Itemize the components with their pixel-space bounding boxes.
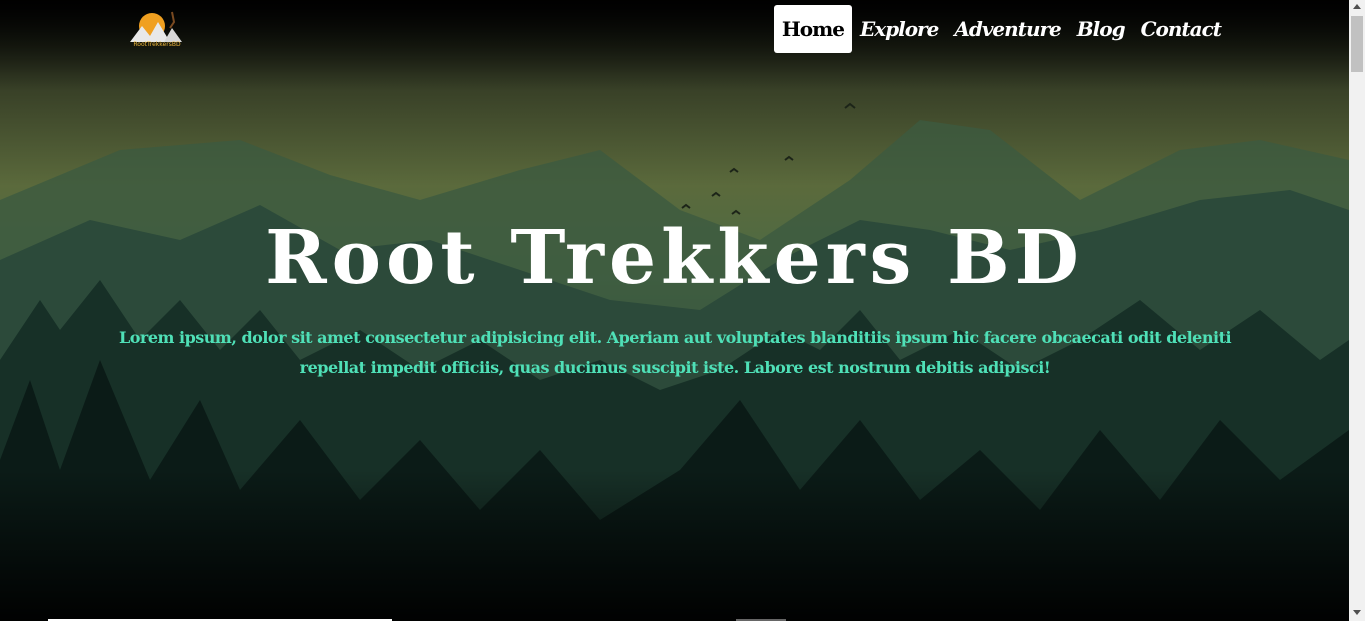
nav-explore-link[interactable]: Explore — [852, 5, 946, 53]
hero-title: Root Trekkers BD — [265, 215, 1084, 301]
mountain-sun-icon — [130, 11, 182, 42]
hero-section: RootTrekkersBD Home Explore Adventure Bl… — [0, 0, 1349, 621]
nav-menu: Home Explore Adventure Blog Contact — [773, 5, 1229, 53]
nav-blog-link[interactable]: Blog — [1069, 5, 1133, 53]
nav-adventure-link[interactable]: Adventure — [946, 5, 1068, 53]
scroll-up-arrow-icon[interactable] — [1353, 4, 1361, 9]
hero-background — [0, 0, 1349, 621]
scroll-down-arrow-icon[interactable] — [1353, 610, 1361, 615]
brand-logo[interactable]: RootTrekkersBD — [128, 8, 186, 52]
logo-text: RootTrekkersBD — [133, 41, 181, 48]
vertical-scrollbar[interactable] — [1349, 0, 1365, 621]
nav-home-link[interactable]: Home — [773, 5, 852, 53]
page-viewport: RootTrekkersBD Home Explore Adventure Bl… — [0, 0, 1349, 621]
scrollbar-thumb[interactable] — [1351, 16, 1363, 72]
nav-contact-link[interactable]: Contact — [1133, 5, 1229, 53]
top-navbar: RootTrekkersBD Home Explore Adventure Bl… — [0, 0, 1349, 60]
hero-subtitle: Lorem ipsum, dolor sit amet consectetur … — [118, 328, 1232, 377]
